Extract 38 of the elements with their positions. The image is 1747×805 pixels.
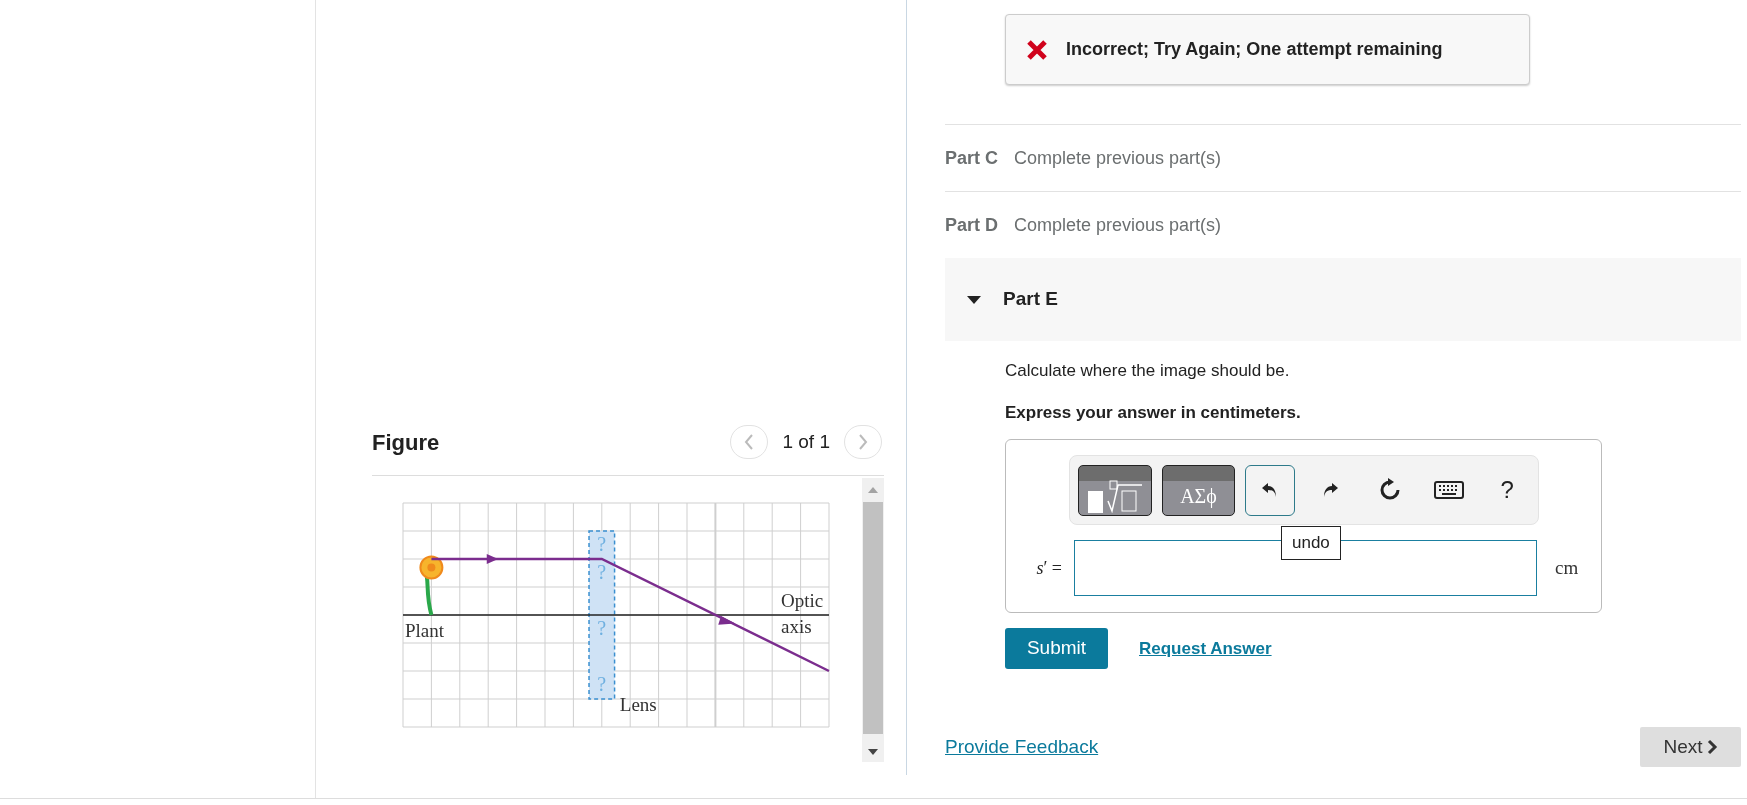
undo-button[interactable]	[1245, 464, 1295, 516]
submit-button[interactable]: Submit	[1005, 628, 1108, 669]
scrollbar[interactable]	[862, 478, 884, 762]
diagram-label: Plant	[405, 620, 445, 641]
part-header[interactable]: Part C Complete previous part(s)	[945, 124, 1741, 191]
part-status: Complete previous part(s)	[1014, 146, 1222, 170]
part-header[interactable]: Part E	[945, 258, 1741, 341]
error-icon	[1026, 38, 1048, 61]
part-title: Part E	[1003, 287, 1058, 312]
tooltip: undo	[1281, 526, 1341, 560]
provide-feedback-link[interactable]: Provide Feedback	[945, 732, 1099, 762]
figure-pager: 1 of 1	[782, 429, 830, 454]
chevron-right-icon	[858, 434, 868, 450]
chevron-right-icon	[1706, 739, 1718, 755]
diagram-label: Optic	[781, 590, 824, 611]
fraction-root-icon	[1085, 478, 1144, 513]
part-title: Part D	[945, 213, 998, 237]
question-prompt: Calculate where the image should be.	[1005, 360, 1291, 382]
chevron-left-icon	[744, 434, 755, 450]
diagram-label: axis	[781, 616, 812, 637]
question-instruction: Express your answer in centimeters.	[1005, 401, 1302, 424]
variable-label: s′ =	[1035, 556, 1063, 580]
feedback-message: Incorrect; Try Again; One attempt remaining	[1066, 38, 1443, 61]
next-button[interactable]: Next	[1640, 727, 1741, 767]
symbols-button[interactable]: ΑΣϕ	[1161, 464, 1236, 516]
keyboard-icon	[1434, 481, 1465, 499]
part-status: Complete previous part(s)	[1014, 213, 1222, 237]
scroll-down-icon[interactable]	[868, 748, 878, 756]
optics-diagram-drawing: ? ? ? ? Plant Optic axis Lens	[402, 502, 830, 728]
figure-title: Figure	[372, 428, 440, 457]
request-answer-link[interactable]: Request Answer	[1139, 635, 1272, 662]
templates-button[interactable]	[1078, 464, 1152, 516]
diagram-label: Lens	[619, 694, 657, 715]
help-button[interactable]: ?	[1484, 467, 1530, 513]
plant-icon	[419, 555, 444, 616]
caret-icon	[967, 295, 981, 304]
unit-label: cm	[1555, 555, 1579, 580]
part-title: Part C	[945, 146, 998, 170]
